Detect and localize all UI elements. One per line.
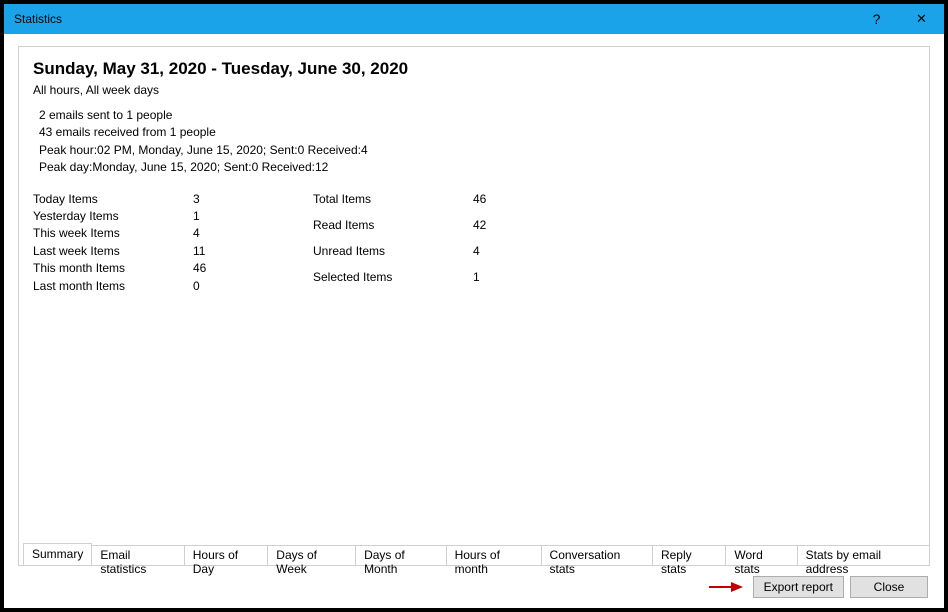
- stat-value: 46: [473, 191, 533, 217]
- close-icon: ✕: [916, 11, 927, 27]
- summary-panel: Sunday, May 31, 2020 - Tuesday, June 30,…: [18, 46, 930, 566]
- tab-word-stats[interactable]: Word stats: [725, 545, 797, 566]
- tab-summary[interactable]: Summary: [23, 543, 92, 565]
- stat-value: 42: [473, 217, 533, 243]
- export-report-button[interactable]: Export report: [753, 576, 844, 598]
- tab-bar: Summary Email statistics Hours of Day Da…: [19, 542, 929, 565]
- stat-label: Last month Items: [33, 278, 193, 295]
- stat-value: 11: [193, 243, 253, 260]
- stat-value: 3: [193, 191, 253, 208]
- tab-stats-by-email-address[interactable]: Stats by email address: [797, 545, 930, 566]
- stat-value: 46: [193, 260, 253, 277]
- stat-label: This week Items: [33, 225, 193, 242]
- tab-hours-of-day[interactable]: Hours of Day: [184, 545, 269, 566]
- stat-value: 4: [473, 243, 533, 269]
- info-line-sent: 2 emails sent to 1 people: [39, 107, 915, 124]
- tab-conversation-stats[interactable]: Conversation stats: [541, 545, 653, 566]
- tab-days-of-week[interactable]: Days of Week: [267, 545, 356, 566]
- info-lines: 2 emails sent to 1 people 43 emails rece…: [39, 107, 915, 177]
- tab-hours-of-month[interactable]: Hours of month: [446, 545, 542, 566]
- stat-label: Selected Items: [313, 269, 473, 295]
- statistics-window: Statistics ? ✕ Sunday, May 31, 2020 - Tu…: [3, 3, 945, 609]
- stat-value: 1: [473, 269, 533, 295]
- info-line-received: 43 emails received from 1 people: [39, 124, 915, 141]
- help-icon: ?: [873, 11, 881, 27]
- content-area: Sunday, May 31, 2020 - Tuesday, June 30,…: [4, 34, 944, 608]
- stat-value: 0: [193, 278, 253, 295]
- stat-label: Total Items: [313, 191, 473, 217]
- window-close-button[interactable]: ✕: [899, 4, 944, 34]
- stat-label: This month Items: [33, 260, 193, 277]
- stats-col-right: Total Items 46 Read Items 42 Unread Item…: [313, 191, 533, 295]
- stats-columns: Today Items 3 Yesterday Items 1 This wee…: [33, 191, 915, 295]
- stat-label: Last week Items: [33, 243, 193, 260]
- tab-days-of-month[interactable]: Days of Month: [355, 545, 447, 566]
- help-button[interactable]: ?: [854, 4, 899, 34]
- stat-label: Read Items: [313, 217, 473, 243]
- stat-label: Today Items: [33, 191, 193, 208]
- stats-col-left: Today Items 3 Yesterday Items 1 This wee…: [33, 191, 253, 295]
- tab-email-statistics[interactable]: Email statistics: [91, 545, 184, 566]
- stat-label: Unread Items: [313, 243, 473, 269]
- info-line-peak-day: Peak day:Monday, June 15, 2020; Sent:0 R…: [39, 159, 915, 176]
- filter-subheading: All hours, All week days: [33, 83, 915, 97]
- close-button[interactable]: Close: [850, 576, 928, 598]
- stat-value: 4: [193, 225, 253, 242]
- stat-value: 1: [193, 208, 253, 225]
- window-title: Statistics: [4, 12, 854, 26]
- date-range-heading: Sunday, May 31, 2020 - Tuesday, June 30,…: [33, 59, 915, 79]
- stat-label: Yesterday Items: [33, 208, 193, 225]
- callout-arrow-icon: [707, 580, 743, 594]
- info-line-peak-hour: Peak hour:02 PM, Monday, June 15, 2020; …: [39, 142, 915, 159]
- tab-reply-stats[interactable]: Reply stats: [652, 545, 726, 566]
- titlebar: Statistics ? ✕: [4, 4, 944, 34]
